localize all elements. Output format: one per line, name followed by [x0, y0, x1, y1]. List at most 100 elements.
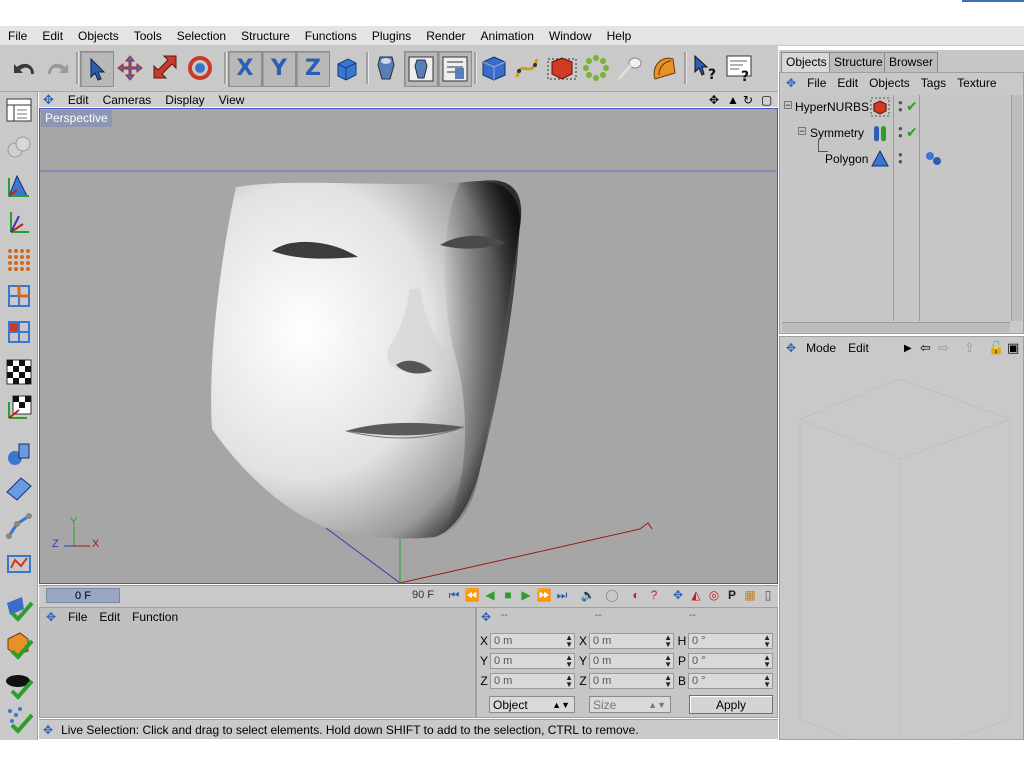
- timeline-menu-function[interactable]: Function: [132, 610, 178, 624]
- expand-collapse-icon[interactable]: −: [798, 127, 806, 136]
- go-to-start-icon[interactable]: ⏮: [446, 588, 462, 603]
- spline-button[interactable]: [512, 51, 544, 85]
- menu-arrow-icon[interactable]: ▶: [904, 343, 912, 354]
- viewport-handle-icon[interactable]: ✥: [43, 92, 54, 108]
- redo-button[interactable]: [42, 51, 74, 85]
- menu-render[interactable]: Render: [418, 29, 472, 43]
- deformer-button[interactable]: [648, 51, 680, 85]
- menu-help[interactable]: Help: [599, 29, 639, 43]
- current-frame-field[interactable]: 0 F: [46, 588, 120, 603]
- spinner-icon[interactable]: ▲ ▼: [664, 634, 672, 649]
- move-button[interactable]: [114, 51, 146, 85]
- play-backwards-icon[interactable]: ◀: [482, 588, 498, 603]
- object-symmetry[interactable]: Symmetry: [810, 126, 864, 140]
- menu-plugins[interactable]: Plugins: [364, 29, 418, 43]
- next-key-icon[interactable]: ⏩: [536, 588, 552, 603]
- viewport-menu-display[interactable]: Display: [165, 93, 204, 107]
- z-axis-lock-button[interactable]: Z: [296, 51, 330, 87]
- menu-functions[interactable]: Functions: [297, 29, 364, 43]
- layout-button[interactable]: [2, 94, 36, 126]
- visibility-dots-icon[interactable]: ● ●: [898, 125, 903, 140]
- deformer-toggle-button[interactable]: [2, 670, 36, 702]
- object-menu-texture[interactable]: Texture: [957, 76, 996, 90]
- size-z-field[interactable]: 0 m ▲ ▼: [589, 673, 674, 689]
- key-pla-icon[interactable]: ▦: [742, 588, 758, 603]
- viewport-move-icon[interactable]: ✥: [709, 93, 719, 107]
- object-tool-button[interactable]: [2, 206, 36, 238]
- object-menu-file[interactable]: File: [807, 76, 826, 90]
- menu-edit[interactable]: Edit: [34, 29, 70, 43]
- size-x-field[interactable]: 0 m ▲ ▼: [589, 633, 674, 649]
- panel-handle-icon[interactable]: ✥: [46, 610, 56, 624]
- panel-handle-icon[interactable]: ✥: [786, 76, 796, 90]
- help-pointer-button[interactable]: ?: [690, 51, 722, 85]
- bone-tool-button[interactable]: [2, 510, 36, 542]
- spinner-icon[interactable]: ▲ ▼: [664, 674, 672, 689]
- viewport-zoom-icon[interactable]: ▲: [727, 93, 739, 107]
- plane-tool-button[interactable]: [2, 472, 36, 504]
- object-menu-objects[interactable]: Objects: [869, 76, 910, 90]
- panel-handle-icon[interactable]: ✥: [786, 341, 796, 355]
- menu-selection[interactable]: Selection: [169, 29, 233, 43]
- menu-objects[interactable]: Objects: [70, 29, 126, 43]
- object-tree-vscrollbar[interactable]: [1011, 95, 1022, 321]
- enabled-check-icon[interactable]: ✔: [906, 124, 918, 141]
- lock-icon[interactable]: 🔓: [988, 340, 1004, 356]
- scale-button[interactable]: [148, 51, 180, 85]
- menu-tools[interactable]: Tools: [126, 29, 169, 43]
- size-mode-select[interactable]: Size ▲▼: [589, 696, 671, 713]
- pos-z-field[interactable]: 0 m ▲ ▼: [490, 673, 575, 689]
- edges-mode-button[interactable]: [2, 280, 36, 312]
- tab-objects[interactable]: Objects: [781, 52, 832, 72]
- timeline-menu-file[interactable]: File: [68, 610, 87, 624]
- render-view-button[interactable]: [370, 51, 402, 85]
- pos-x-field[interactable]: 0 m ▲ ▼: [490, 633, 575, 649]
- spinner-icon[interactable]: ▲ ▼: [664, 654, 672, 669]
- autokey-icon[interactable]: ◐: [628, 588, 644, 603]
- viewport-menu-edit[interactable]: Edit: [68, 93, 89, 107]
- previous-key-icon[interactable]: ⏪: [464, 588, 480, 603]
- key-rotation-icon[interactable]: ◎: [706, 588, 722, 603]
- particles-toggle-button[interactable]: [2, 704, 36, 736]
- coordinate-system-button[interactable]: [330, 51, 362, 85]
- object-menu-edit[interactable]: Edit: [837, 76, 858, 90]
- object-tree-hscrollbar[interactable]: [782, 322, 1010, 332]
- attribute-menu-edit[interactable]: Edit: [848, 341, 869, 355]
- hypernurbs-toggle-button[interactable]: [2, 592, 36, 624]
- render-picture-viewer-button[interactable]: [404, 51, 438, 87]
- spinner-icon[interactable]: ▲ ▼: [565, 654, 573, 669]
- new-window-icon[interactable]: ▣: [1007, 340, 1019, 356]
- light-button[interactable]: [614, 51, 646, 85]
- menu-file[interactable]: File: [0, 29, 34, 43]
- texture-mode-button[interactable]: [2, 356, 36, 388]
- timeline-menu-edit[interactable]: Edit: [99, 610, 120, 624]
- up-arrow-icon[interactable]: ⇧: [964, 340, 975, 356]
- spinner-icon[interactable]: ▲ ▼: [565, 674, 573, 689]
- render-settings-button[interactable]: [438, 51, 472, 87]
- viewport-maximize-icon[interactable]: ▢: [761, 93, 772, 107]
- model-tool-button[interactable]: [2, 130, 36, 162]
- hypernurbs-button[interactable]: [546, 51, 578, 85]
- visibility-dots-icon[interactable]: ● ●: [898, 99, 903, 114]
- stop-icon[interactable]: ■: [500, 588, 516, 603]
- viewport-menu-view[interactable]: View: [219, 93, 245, 107]
- snap-tool-button[interactable]: [2, 548, 36, 580]
- spinner-icon[interactable]: ▲ ▼: [565, 634, 573, 649]
- menu-window[interactable]: Window: [541, 29, 599, 43]
- size-y-field[interactable]: 0 m ▲ ▼: [589, 653, 674, 669]
- texture-axis-button[interactable]: [2, 392, 36, 424]
- object-menu-tags[interactable]: Tags: [921, 76, 946, 90]
- timeline-menu-icon[interactable]: ▯: [760, 588, 776, 603]
- rot-p-field[interactable]: 0 ° ▲ ▼: [688, 653, 773, 669]
- key-position-icon[interactable]: ✥: [670, 588, 686, 603]
- symmetry-toggle-button[interactable]: [2, 630, 36, 662]
- viewport-camera-label[interactable]: Perspective: [41, 110, 112, 127]
- help-text-button[interactable]: ?: [724, 51, 756, 85]
- tab-structure[interactable]: Structure: [829, 52, 888, 72]
- tab-browser[interactable]: Browser: [884, 52, 939, 72]
- polygons-mode-button[interactable]: [2, 316, 36, 348]
- expand-collapse-icon[interactable]: −: [784, 101, 792, 110]
- pos-y-field[interactable]: 0 m ▲ ▼: [490, 653, 575, 669]
- undo-button[interactable]: [8, 51, 40, 85]
- perspective-viewport[interactable]: [39, 108, 778, 584]
